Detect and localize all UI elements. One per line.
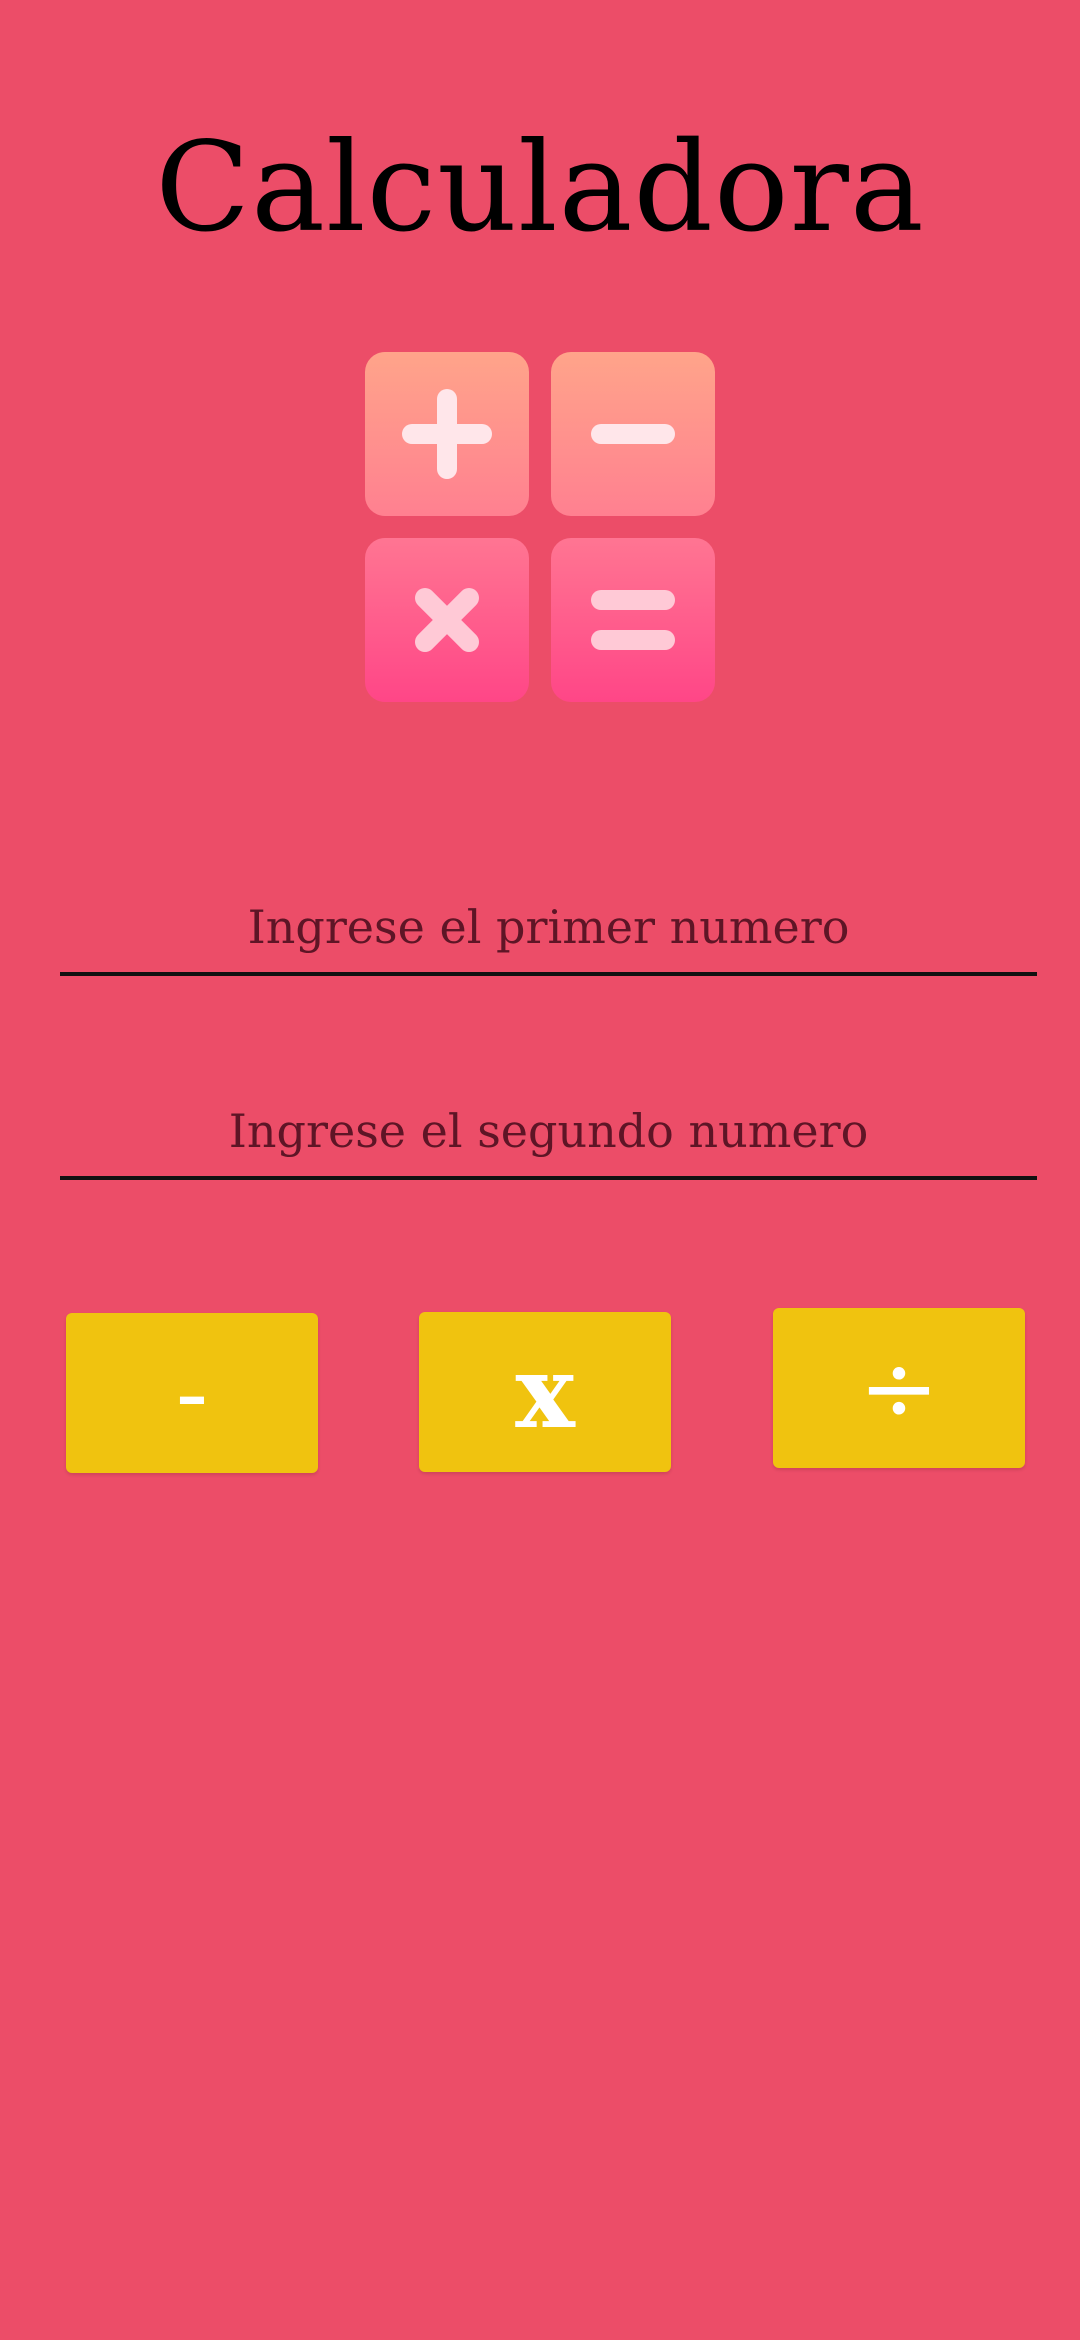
multiply-button[interactable]: x [419,1312,671,1472]
app-title: Calculadora [155,116,925,260]
equals-tile [551,538,715,702]
minus-icon [591,424,675,444]
plus-icon [402,389,492,479]
first-number-field [60,882,1037,976]
calculator-logo [365,352,715,702]
times-tile [365,538,529,702]
second-number-input[interactable] [60,1086,1037,1176]
times-icon [415,588,479,652]
equals-icon [591,590,675,650]
minus-tile [551,352,715,516]
first-number-input[interactable] [60,882,1037,972]
second-number-field [60,1086,1037,1180]
subtract-button[interactable]: - [66,1313,318,1473]
plus-tile [365,352,529,516]
divide-button[interactable]: ÷ [773,1308,1025,1468]
